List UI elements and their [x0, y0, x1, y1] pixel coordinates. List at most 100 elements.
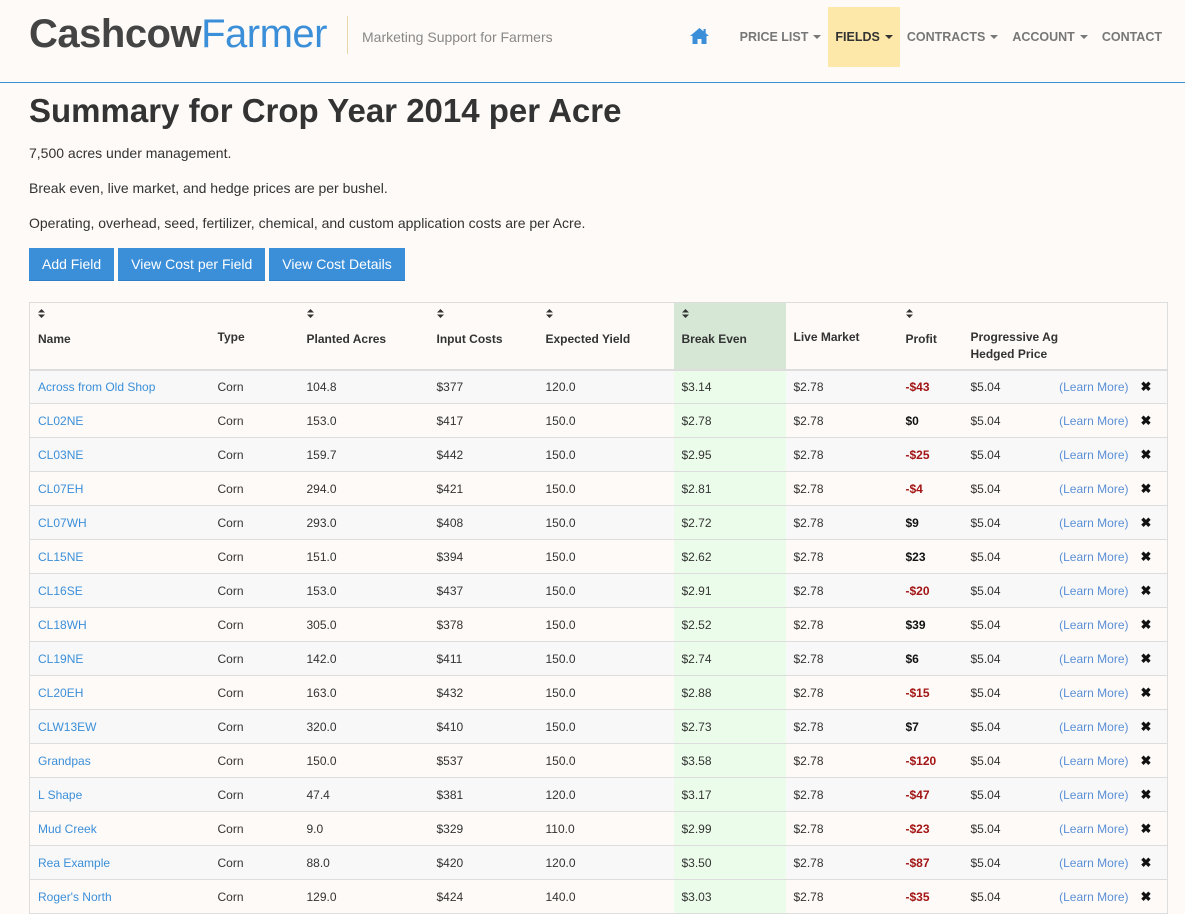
field-name-link[interactable]: CL15NE [38, 550, 83, 564]
caret-down-icon [884, 35, 893, 39]
delete-icon[interactable]: ✖ [1140, 583, 1151, 598]
cell-live-market: $2.78 [785, 403, 898, 438]
column-header-profit[interactable]: Profit [897, 302, 963, 371]
learn-more-link[interactable]: (Learn More) [1059, 380, 1128, 394]
field-name-link[interactable]: CL02NE [38, 414, 83, 428]
cell-delete: ✖ [1136, 573, 1168, 608]
delete-icon[interactable]: ✖ [1140, 651, 1151, 666]
learn-more-link[interactable]: (Learn More) [1059, 584, 1128, 598]
field-name-link[interactable]: Roger's North [38, 890, 112, 904]
learn-more-link[interactable]: (Learn More) [1059, 448, 1128, 462]
field-name-link[interactable]: Across from Old Shop [38, 380, 155, 394]
sort-icon[interactable] [306, 309, 421, 331]
field-name-link[interactable]: CL07EH [38, 482, 83, 496]
column-header-expected-yield[interactable]: Expected Yield [537, 302, 674, 371]
nav-fields[interactable]: FIELDS [828, 7, 900, 67]
cell-expected-yield: 120.0 [537, 369, 674, 404]
learn-more-link[interactable]: (Learn More) [1059, 414, 1128, 428]
brand-logo[interactable]: CashcowFarmer [29, 11, 327, 57]
cell-delete: ✖ [1136, 675, 1168, 710]
view-cost-per-field-button[interactable]: View Cost per Field [118, 248, 266, 281]
cell-type: Corn [209, 369, 299, 404]
cell-learn-more: (Learn More) [1023, 437, 1137, 472]
delete-icon[interactable]: ✖ [1140, 413, 1151, 428]
column-header-name[interactable]: Name [29, 302, 210, 371]
field-name-link[interactable]: CL16SE [38, 584, 83, 598]
delete-icon[interactable]: ✖ [1140, 855, 1151, 870]
field-name-link[interactable]: Grandpas [38, 754, 91, 768]
column-header-break-even[interactable]: Break Even [673, 302, 786, 371]
learn-more-link[interactable]: (Learn More) [1059, 754, 1128, 768]
cell-live-market: $2.78 [785, 369, 898, 404]
learn-more-link[interactable]: (Learn More) [1059, 890, 1128, 904]
delete-icon[interactable]: ✖ [1140, 821, 1151, 836]
cell-delete: ✖ [1136, 743, 1168, 778]
delete-icon[interactable]: ✖ [1140, 719, 1151, 734]
nav-home[interactable] [680, 7, 733, 67]
cell-delete: ✖ [1136, 437, 1168, 472]
delete-icon[interactable]: ✖ [1140, 787, 1151, 802]
cell-type: Corn [209, 539, 299, 574]
delete-icon[interactable]: ✖ [1140, 447, 1151, 462]
learn-more-link[interactable]: (Learn More) [1059, 652, 1128, 666]
learn-more-link[interactable]: (Learn More) [1059, 618, 1128, 632]
column-label-line2: Hedged Price [970, 347, 1048, 361]
learn-more-link[interactable]: (Learn More) [1059, 856, 1128, 870]
add-field-button[interactable]: Add Field [29, 248, 115, 281]
sort-icon[interactable] [38, 309, 202, 331]
learn-more-link[interactable]: (Learn More) [1059, 482, 1128, 496]
field-name-link[interactable]: Mud Creek [38, 822, 97, 836]
field-name-link[interactable]: CLW13EW [38, 720, 96, 734]
sort-icon[interactable] [681, 309, 778, 331]
column-header-hedged-price: Progressive Ag Hedged Price [962, 302, 1168, 371]
column-header-type: Type [209, 302, 299, 371]
action-buttons: Add Field View Cost per Field View Cost … [29, 248, 1168, 281]
cell-break-even: $2.91 [673, 573, 786, 608]
column-label: Input Costs [436, 332, 503, 346]
table-row: CLW13EW Corn 320.0 $410 150.0 $2.73 $2.78 $7 $5.… [29, 709, 1168, 744]
delete-icon[interactable]: ✖ [1140, 549, 1151, 564]
table-row: CL03NE Corn 159.7 $442 150.0 $2.95 $2.78 -$25 $5… [29, 437, 1168, 472]
delete-icon[interactable]: ✖ [1140, 379, 1151, 394]
field-name-link[interactable]: L Shape [38, 788, 82, 802]
learn-more-link[interactable]: (Learn More) [1059, 720, 1128, 734]
cell-expected-yield: 110.0 [537, 811, 674, 846]
field-name-link[interactable]: CL03NE [38, 448, 83, 462]
nav-price-list[interactable]: PRICE LIST [733, 7, 829, 67]
table-row: Mud Creek Corn 9.0 $329 110.0 $2.99 $2.78 -$23 $… [29, 811, 1168, 846]
cell-profit: $39 [897, 607, 963, 642]
table-row: CL07EH Corn 294.0 $421 150.0 $2.81 $2.78 -$4 $5.… [29, 471, 1168, 506]
delete-icon[interactable]: ✖ [1140, 515, 1151, 530]
learn-more-link[interactable]: (Learn More) [1059, 788, 1128, 802]
sort-icon[interactable] [905, 309, 955, 331]
cell-hedged-price: $5.04 [962, 845, 1024, 880]
learn-more-link[interactable]: (Learn More) [1059, 686, 1128, 700]
field-name-link[interactable]: CL18WH [38, 618, 87, 632]
delete-icon[interactable]: ✖ [1140, 481, 1151, 496]
field-name-link[interactable]: Rea Example [38, 856, 110, 870]
sort-icon[interactable] [545, 309, 666, 331]
nav-account[interactable]: ACCOUNT [1005, 7, 1095, 67]
learn-more-link[interactable]: (Learn More) [1059, 550, 1128, 564]
cell-profit: -$35 [897, 879, 963, 914]
delete-icon[interactable]: ✖ [1140, 753, 1151, 768]
sort-icon[interactable] [436, 309, 530, 331]
field-name-link[interactable]: CL19NE [38, 652, 83, 666]
field-name-link[interactable]: CL07WH [38, 516, 87, 530]
home-icon [689, 27, 709, 47]
learn-more-link[interactable]: (Learn More) [1059, 822, 1128, 836]
column-header-input-costs[interactable]: Input Costs [428, 302, 538, 371]
delete-icon[interactable]: ✖ [1140, 685, 1151, 700]
cell-planted-acres: 293.0 [298, 505, 429, 540]
delete-icon[interactable]: ✖ [1140, 617, 1151, 632]
nav-contracts[interactable]: CONTRACTS [900, 7, 1005, 67]
column-header-planted-acres[interactable]: Planted Acres [298, 302, 429, 371]
learn-more-link[interactable]: (Learn More) [1059, 516, 1128, 530]
cell-break-even: $2.74 [673, 641, 786, 676]
cell-break-even: $3.03 [673, 879, 786, 914]
field-name-link[interactable]: CL20EH [38, 686, 83, 700]
cell-delete: ✖ [1136, 607, 1168, 642]
nav-contact[interactable]: CONTACT [1095, 7, 1185, 67]
view-cost-details-button[interactable]: View Cost Details [269, 248, 405, 281]
sort-placeholder [218, 307, 291, 329]
